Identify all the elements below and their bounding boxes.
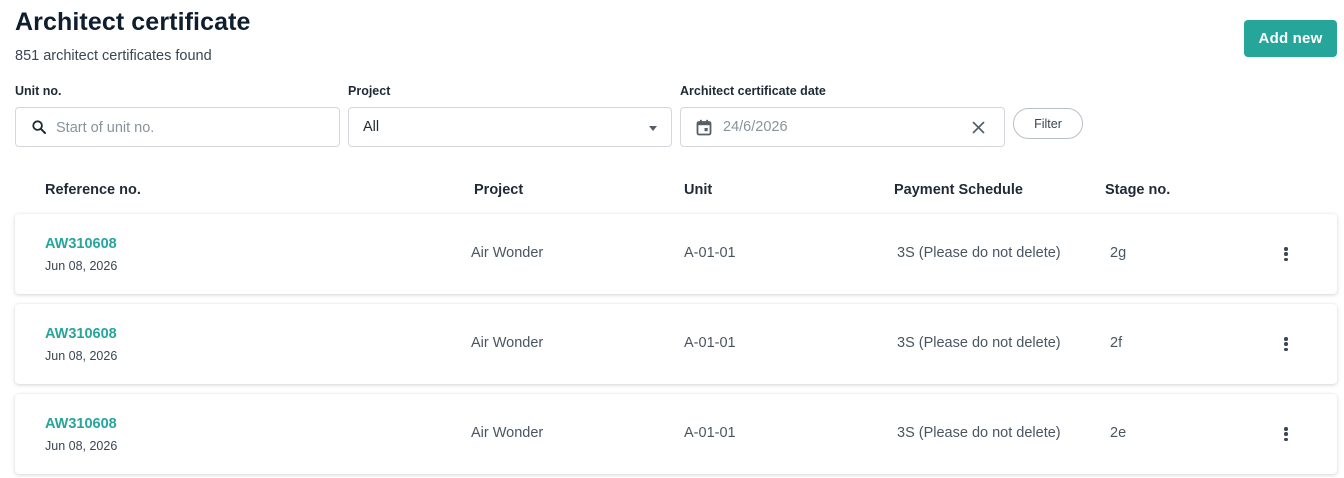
- reference-link[interactable]: AW310608: [45, 236, 117, 252]
- reference-date: Jun 08, 2026: [45, 349, 118, 363]
- table-row: AW310608 Jun 08, 2026 Air Wonder A-01-01…: [15, 304, 1337, 384]
- unit-cell: A-01-01: [684, 335, 736, 351]
- stage-cell: 2e: [1110, 425, 1127, 441]
- more-vert-icon[interactable]: [1280, 426, 1292, 442]
- reference-date: Jun 08, 2026: [45, 439, 118, 453]
- unit-search-field[interactable]: [15, 107, 340, 147]
- reference-link[interactable]: AW310608: [45, 326, 117, 342]
- column-header-reference: Reference no.: [45, 182, 141, 198]
- unit-cell: A-01-01: [684, 425, 736, 441]
- unit-search-input[interactable]: [56, 118, 326, 138]
- unit-filter-label: Unit no.: [15, 84, 62, 98]
- reference-date: Jun 08, 2026: [45, 259, 118, 273]
- calendar-icon: [696, 119, 712, 136]
- project-select-value: All: [363, 119, 380, 135]
- column-header-project: Project: [474, 182, 524, 198]
- results-count: 851 architect certificates found: [15, 48, 212, 64]
- chevron-down-icon: [649, 126, 657, 131]
- project-cell: Air Wonder: [471, 425, 544, 441]
- payment-schedule-cell: 3S (Please do not delete): [897, 425, 1061, 441]
- filter-button[interactable]: Filter: [1013, 108, 1083, 139]
- table-row: AW310608 Jun 08, 2026 Air Wonder A-01-01…: [15, 394, 1337, 474]
- date-picker-field[interactable]: 24/6/2026: [680, 107, 1005, 147]
- column-header-payment-schedule: Payment Schedule: [894, 182, 1023, 198]
- unit-cell: A-01-01: [684, 245, 736, 261]
- project-filter-label: Project: [348, 84, 391, 98]
- more-vert-icon[interactable]: [1280, 336, 1292, 352]
- stage-cell: 2f: [1110, 335, 1123, 351]
- reference-link[interactable]: AW310608: [45, 416, 117, 432]
- column-header-unit: Unit: [684, 182, 713, 198]
- more-vert-icon[interactable]: [1280, 246, 1292, 262]
- add-new-button[interactable]: Add new: [1244, 20, 1337, 57]
- column-header-stage: Stage no.: [1105, 182, 1171, 198]
- table-row: AW310608 Jun 08, 2026 Air Wonder A-01-01…: [15, 214, 1337, 294]
- project-select[interactable]: All: [348, 107, 672, 147]
- project-cell: Air Wonder: [471, 335, 544, 351]
- stage-cell: 2g: [1110, 245, 1127, 261]
- date-value: 24/6/2026: [723, 119, 788, 135]
- date-filter-label: Architect certificate date: [680, 84, 826, 98]
- payment-schedule-cell: 3S (Please do not delete): [897, 245, 1061, 261]
- project-cell: Air Wonder: [471, 245, 544, 261]
- page-title: Architect certificate: [15, 8, 251, 36]
- close-icon[interactable]: [972, 121, 985, 134]
- payment-schedule-cell: 3S (Please do not delete): [897, 335, 1061, 351]
- search-icon: [32, 120, 46, 134]
